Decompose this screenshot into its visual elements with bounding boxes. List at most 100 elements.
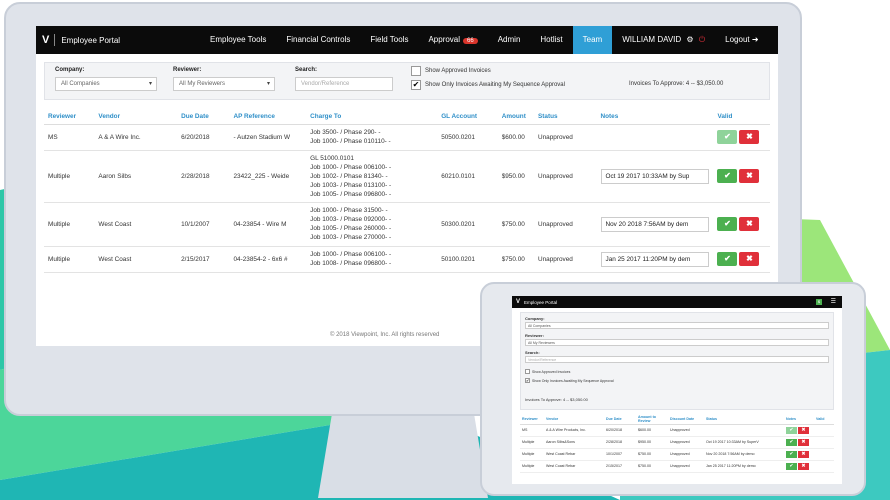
- show-approved-checkbox[interactable]: Show Approved Invoices: [411, 66, 491, 76]
- tablet-reviewer-select[interactable]: All My Reviewers: [525, 339, 829, 346]
- col-vendor[interactable]: Vendor: [94, 110, 178, 125]
- table-row: Multiple West Coast Rebar 2/15/2017 $750…: [520, 460, 834, 473]
- cell-valid: ✔ ✖: [713, 246, 770, 273]
- power-icon[interactable]: ⏻: [699, 35, 705, 44]
- cell-valid: ✔ ✖: [713, 202, 770, 247]
- nav-admin[interactable]: Admin: [488, 26, 531, 54]
- col-vendor[interactable]: Vendor: [544, 414, 604, 425]
- reviewer-select[interactable]: All My Reviewers ▾: [173, 77, 275, 91]
- col-notes[interactable]: Notes: [596, 110, 714, 125]
- hamburger-menu-icon[interactable]: ☰: [831, 298, 836, 305]
- approve-button[interactable]: ✔: [786, 438, 797, 446]
- col-discount-date[interactable]: Discount Date: [668, 414, 704, 425]
- col-charge-to[interactable]: Charge To: [306, 110, 438, 125]
- show-sequence-checkbox[interactable]: ✔ Show Only Invoices Awaiting My Sequenc…: [411, 80, 565, 90]
- cell-gl-account: 50300.0201: [437, 202, 498, 247]
- table-row: MS A & A Wire Products, Inc. 6/20/2018 $…: [520, 424, 834, 437]
- reject-button[interactable]: ✖: [798, 426, 809, 434]
- cell-due-date: 6/20/2018: [177, 124, 230, 151]
- cell-amount: $950.00: [497, 150, 534, 203]
- reject-button[interactable]: ✖: [739, 252, 760, 266]
- approval-count-badge: 66: [463, 38, 478, 44]
- reject-button[interactable]: ✖: [798, 462, 809, 470]
- app-title: Employee Portal: [61, 35, 121, 45]
- search-input[interactable]: Vendor/Reference: [295, 77, 393, 91]
- col-amount[interactable]: Amount: [497, 110, 534, 125]
- col-notes[interactable]: Notes: [784, 414, 814, 425]
- tablet-show-approved-checkbox[interactable]: Show Approved Invoices: [525, 369, 570, 374]
- cell-notes[interactable]: Nov 20 2018 7:56AM by demo: [704, 448, 784, 461]
- cell-valid: ✔ ✖: [713, 124, 770, 151]
- cell-status: Unapproved: [534, 202, 597, 247]
- approve-button[interactable]: ✔: [717, 130, 738, 144]
- cell-notes[interactable]: Oct 19 2017 10:33AM by SuperV: [704, 436, 784, 449]
- col-reviewer[interactable]: Reviewer: [44, 110, 95, 125]
- note-field[interactable]: Nov 20 2018 7:56AM by dem: [600, 216, 709, 232]
- tablet-search-input[interactable]: Vendor/Reference: [525, 356, 829, 363]
- cell-amount: $750.00: [636, 460, 668, 473]
- approve-button[interactable]: ✔: [717, 217, 738, 231]
- cell-valid: ✔ ✖: [784, 424, 814, 437]
- nav-field-tools[interactable]: Field Tools: [360, 26, 418, 54]
- cell-vendor[interactable]: West Coast: [94, 202, 178, 247]
- reject-button[interactable]: ✖: [739, 217, 760, 231]
- cell-notes: [704, 424, 784, 437]
- cell-vendor[interactable]: Aaron Silbs: [94, 150, 178, 203]
- approve-button[interactable]: ✔: [786, 426, 797, 434]
- cell-vendor[interactable]: West Coast: [94, 246, 178, 273]
- note-field[interactable]: Jan 25 2017 11:20PM by dem: [600, 251, 709, 267]
- company-select[interactable]: All Companies ▾: [55, 77, 157, 91]
- cell-vendor[interactable]: A & A Wire Inc.: [94, 124, 178, 151]
- tablet-company-select[interactable]: All Companies: [525, 322, 829, 329]
- logout-link[interactable]: Logout ➜: [715, 26, 768, 54]
- reject-button[interactable]: ✖: [739, 130, 760, 144]
- cell-notes[interactable]: Jan 25 2017 11:20PM by demo: [704, 460, 784, 473]
- col-ap-reference[interactable]: AP Reference: [229, 110, 307, 125]
- approve-button[interactable]: ✔: [786, 462, 797, 470]
- col-valid[interactable]: Valid: [713, 110, 770, 125]
- reject-button[interactable]: ✖: [798, 438, 809, 446]
- col-reviewer[interactable]: Reviewer: [520, 414, 544, 425]
- col-status[interactable]: Status: [534, 110, 597, 125]
- approve-button[interactable]: ✔: [717, 252, 738, 266]
- cell-status: Unapproved: [534, 150, 597, 203]
- cell-ap-reference: 04-23854 - Wire M: [229, 202, 307, 247]
- col-due-date[interactable]: Due Date: [604, 414, 636, 425]
- approve-button[interactable]: ✔: [717, 169, 738, 183]
- col-gl-account[interactable]: GL Account: [437, 110, 498, 125]
- tablet-show-sequence-checkbox[interactable]: ✔ Show Only Invoices Awaiting My Sequenc…: [525, 378, 614, 383]
- nav-financial-controls[interactable]: Financial Controls: [276, 26, 360, 54]
- cell-gl-account: 50500.0201: [437, 124, 498, 151]
- reviewer-value: All My Reviewers: [179, 81, 226, 87]
- logout-label: Logout: [725, 35, 750, 44]
- cell-vendor[interactable]: West Coast Rebar: [544, 460, 604, 473]
- reject-button[interactable]: ✖: [798, 450, 809, 458]
- col-status[interactable]: Status: [704, 414, 784, 425]
- cell-spacer: [814, 436, 834, 449]
- col-due-date[interactable]: Due Date: [177, 110, 230, 125]
- nav-approval[interactable]: Approval 66: [418, 26, 487, 54]
- cell-notes: Nov 20 2018 7:56AM by dem: [596, 202, 714, 247]
- approve-button[interactable]: ✔: [786, 450, 797, 458]
- col-amount[interactable]: Amount to Review: [636, 414, 668, 425]
- copyright-footer: © 2018 Viewpoint, Inc. All rights reserv…: [330, 332, 440, 338]
- cell-status: Unapproved: [668, 460, 704, 473]
- cell-reviewer: Multiple: [44, 202, 95, 247]
- nav-team[interactable]: Team: [572, 26, 613, 54]
- cell-vendor[interactable]: A & A Wire Products, Inc.: [544, 424, 604, 437]
- cell-notes: Oct 19 2017 10:33AM by Sup: [596, 150, 714, 203]
- brand[interactable]: V Employee Portal: [36, 34, 186, 46]
- note-field[interactable]: Oct 19 2017 10:33AM by Sup: [600, 168, 709, 184]
- user-menu[interactable]: WILLIAM DAVID ⚙ ⏻: [612, 26, 715, 54]
- cell-vendor[interactable]: Aaron Silbs&Sons: [544, 436, 604, 449]
- nav-employee-tools[interactable]: Employee Tools: [200, 26, 276, 54]
- notification-icon[interactable]: $: [816, 299, 822, 305]
- gear-icon[interactable]: ⚙: [686, 35, 693, 44]
- reject-button[interactable]: ✖: [739, 169, 760, 183]
- cell-reviewer: Multiple: [44, 150, 95, 203]
- col-valid[interactable]: Valid: [814, 414, 834, 425]
- cell-vendor[interactable]: West Coast Rebar: [544, 448, 604, 461]
- nav-hotlist[interactable]: Hotlist: [530, 26, 572, 54]
- cell-status: Unapproved: [534, 124, 597, 151]
- cell-reviewer: MS: [520, 424, 544, 437]
